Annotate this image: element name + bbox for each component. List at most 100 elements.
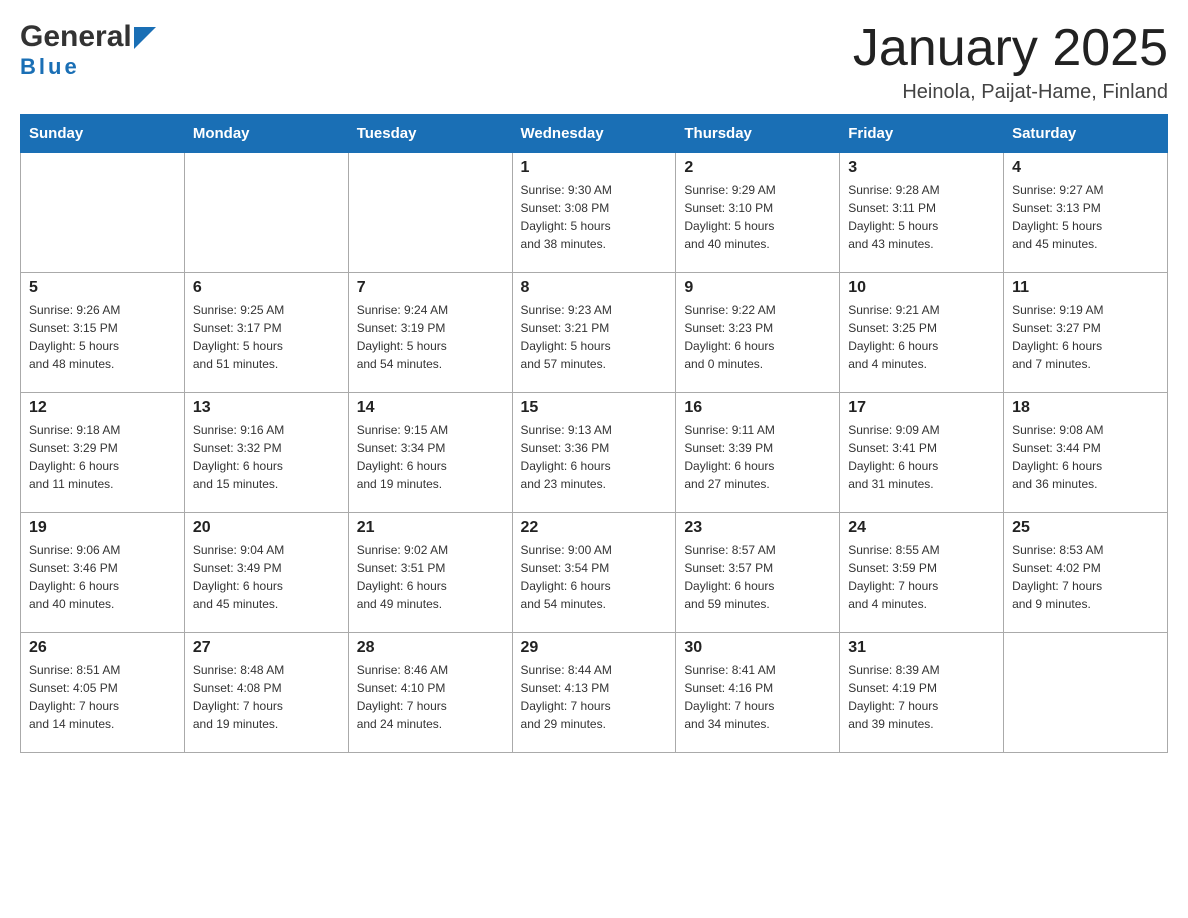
calendar-day-cell: 26 Sunrise: 8:51 AM Sunset: 4:05 PM Dayli…: [21, 633, 185, 753]
day-number: 3: [848, 159, 995, 177]
calendar-day-cell: 20Sunrise: 9:04 AM Sunset: 3:49 PM Dayli…: [184, 513, 348, 633]
day-number: 17: [848, 399, 995, 417]
calendar-day-cell: 5 Sunrise: 9:26 AM Sunset: 3:15 PM Daylig…: [21, 273, 185, 393]
day-info: Sunrise: 9:08 AM Sunset: 3:44 PM Dayligh…: [1012, 421, 1159, 493]
day-info: Sunrise: 9:27 AM Sunset: 3:13 PM Dayligh…: [1012, 181, 1159, 253]
day-info: Sunrise: 8:51 AM Sunset: 4:05 PM Dayligh…: [29, 661, 176, 733]
calendar-day-header: Tuesday: [348, 115, 512, 153]
calendar-day-cell: 13 Sunrise: 9:16 AM Sunset: 3:32 PM Dayli…: [184, 393, 348, 513]
calendar-header-row: SundayMondayTuesdayWednesdayThursdayFrid…: [21, 115, 1168, 153]
logo-arrow-icon: [134, 27, 156, 49]
day-info: Sunrise: 9:16 AM Sunset: 3:32 PM Dayligh…: [193, 421, 340, 493]
calendar-week-row: 12Sunrise: 9:18 AM Sunset: 3:29 PM Dayli…: [21, 393, 1168, 513]
day-number: 29: [521, 639, 668, 657]
calendar-day-header: Friday: [840, 115, 1004, 153]
day-info: Sunrise: 9:26 AM Sunset: 3:15 PM Dayligh…: [29, 301, 176, 373]
calendar-day-cell: 30 Sunrise: 8:41 AM Sunset: 4:16 PM Dayli…: [676, 633, 840, 753]
calendar-day-cell: 15 Sunrise: 9:13 AM Sunset: 3:36 PM Dayli…: [512, 393, 676, 513]
calendar-day-cell: [1004, 633, 1168, 753]
calendar-day-cell: 27 Sunrise: 8:48 AM Sunset: 4:08 PM Dayli…: [184, 633, 348, 753]
day-info: Sunrise: 9:19 AM Sunset: 3:27 PM Dayligh…: [1012, 301, 1159, 373]
calendar-day-cell: 31Sunrise: 8:39 AM Sunset: 4:19 PM Dayli…: [840, 633, 1004, 753]
logo-blue-text: Blue: [20, 54, 80, 80]
calendar-table: SundayMondayTuesdayWednesdayThursdayFrid…: [20, 114, 1168, 753]
day-number: 23: [684, 519, 831, 537]
calendar-day-cell: 6 Sunrise: 9:25 AM Sunset: 3:17 PM Daylig…: [184, 273, 348, 393]
day-info: Sunrise: 8:41 AM Sunset: 4:16 PM Dayligh…: [684, 661, 831, 733]
calendar-day-cell: 8 Sunrise: 9:23 AM Sunset: 3:21 PM Daylig…: [512, 273, 676, 393]
calendar-day-cell: 7Sunrise: 9:24 AM Sunset: 3:19 PM Daylig…: [348, 273, 512, 393]
calendar-day-cell: 3 Sunrise: 9:28 AM Sunset: 3:11 PM Daylig…: [840, 153, 1004, 273]
day-number: 9: [684, 279, 831, 297]
day-info: Sunrise: 9:02 AM Sunset: 3:51 PM Dayligh…: [357, 541, 504, 613]
day-info: Sunrise: 9:24 AM Sunset: 3:19 PM Dayligh…: [357, 301, 504, 373]
day-number: 2: [684, 159, 831, 177]
calendar-day-cell: 21 Sunrise: 9:02 AM Sunset: 3:51 PM Dayli…: [348, 513, 512, 633]
calendar-day-cell: 1 Sunrise: 9:30 AM Sunset: 3:08 PM Daylig…: [512, 153, 676, 273]
day-number: 22: [521, 519, 668, 537]
day-number: 21: [357, 519, 504, 537]
day-info: Sunrise: 8:55 AM Sunset: 3:59 PM Dayligh…: [848, 541, 995, 613]
day-number: 1: [521, 159, 668, 177]
day-info: Sunrise: 9:25 AM Sunset: 3:17 PM Dayligh…: [193, 301, 340, 373]
day-number: 13: [193, 399, 340, 417]
day-number: 20: [193, 519, 340, 537]
day-info: Sunrise: 9:09 AM Sunset: 3:41 PM Dayligh…: [848, 421, 995, 493]
day-number: 4: [1012, 159, 1159, 177]
calendar-day-header: Monday: [184, 115, 348, 153]
day-number: 19: [29, 519, 176, 537]
calendar-day-cell: [348, 153, 512, 273]
day-info: Sunrise: 8:48 AM Sunset: 4:08 PM Dayligh…: [193, 661, 340, 733]
calendar-day-cell: 22 Sunrise: 9:00 AM Sunset: 3:54 PM Dayli…: [512, 513, 676, 633]
day-info: Sunrise: 9:29 AM Sunset: 3:10 PM Dayligh…: [684, 181, 831, 253]
day-number: 14: [357, 399, 504, 417]
calendar-day-cell: 14 Sunrise: 9:15 AM Sunset: 3:34 PM Dayli…: [348, 393, 512, 513]
day-number: 26: [29, 639, 176, 657]
calendar-day-cell: [184, 153, 348, 273]
day-info: Sunrise: 9:00 AM Sunset: 3:54 PM Dayligh…: [521, 541, 668, 613]
day-info: Sunrise: 8:57 AM Sunset: 3:57 PM Dayligh…: [684, 541, 831, 613]
day-info: Sunrise: 9:11 AM Sunset: 3:39 PM Dayligh…: [684, 421, 831, 493]
calendar-day-cell: 24 Sunrise: 8:55 AM Sunset: 3:59 PM Dayli…: [840, 513, 1004, 633]
calendar-week-row: 26 Sunrise: 8:51 AM Sunset: 4:05 PM Dayli…: [21, 633, 1168, 753]
calendar-day-header: Saturday: [1004, 115, 1168, 153]
logo-general-text: General: [20, 20, 132, 54]
calendar-week-row: 5 Sunrise: 9:26 AM Sunset: 3:15 PM Daylig…: [21, 273, 1168, 393]
day-info: Sunrise: 8:44 AM Sunset: 4:13 PM Dayligh…: [521, 661, 668, 733]
day-number: 27: [193, 639, 340, 657]
calendar-week-row: 19Sunrise: 9:06 AM Sunset: 3:46 PM Dayli…: [21, 513, 1168, 633]
day-number: 10: [848, 279, 995, 297]
calendar-day-cell: 16Sunrise: 9:11 AM Sunset: 3:39 PM Dayli…: [676, 393, 840, 513]
day-info: Sunrise: 8:39 AM Sunset: 4:19 PM Dayligh…: [848, 661, 995, 733]
calendar-day-header: Thursday: [676, 115, 840, 153]
day-number: 25: [1012, 519, 1159, 537]
calendar-day-cell: 25 Sunrise: 8:53 AM Sunset: 4:02 PM Dayli…: [1004, 513, 1168, 633]
day-number: 15: [521, 399, 668, 417]
calendar-day-cell: 19Sunrise: 9:06 AM Sunset: 3:46 PM Dayli…: [21, 513, 185, 633]
calendar-day-header: Wednesday: [512, 115, 676, 153]
calendar-week-row: 1 Sunrise: 9:30 AM Sunset: 3:08 PM Daylig…: [21, 153, 1168, 273]
day-info: Sunrise: 9:30 AM Sunset: 3:08 PM Dayligh…: [521, 181, 668, 253]
day-info: Sunrise: 9:13 AM Sunset: 3:36 PM Dayligh…: [521, 421, 668, 493]
day-info: Sunrise: 9:23 AM Sunset: 3:21 PM Dayligh…: [521, 301, 668, 373]
day-number: 28: [357, 639, 504, 657]
calendar-day-cell: 9 Sunrise: 9:22 AM Sunset: 3:23 PM Daylig…: [676, 273, 840, 393]
day-info: Sunrise: 9:28 AM Sunset: 3:11 PM Dayligh…: [848, 181, 995, 253]
calendar-day-cell: 17 Sunrise: 9:09 AM Sunset: 3:41 PM Dayli…: [840, 393, 1004, 513]
calendar-day-cell: 29 Sunrise: 8:44 AM Sunset: 4:13 PM Dayli…: [512, 633, 676, 753]
calendar-day-header: Sunday: [21, 115, 185, 153]
day-number: 8: [521, 279, 668, 297]
day-number: 24: [848, 519, 995, 537]
day-number: 5: [29, 279, 176, 297]
calendar-day-cell: 28Sunrise: 8:46 AM Sunset: 4:10 PM Dayli…: [348, 633, 512, 753]
day-number: 30: [684, 639, 831, 657]
day-number: 6: [193, 279, 340, 297]
page-header: General Blue January 2025 Heinola, Paija…: [20, 20, 1168, 104]
day-info: Sunrise: 8:53 AM Sunset: 4:02 PM Dayligh…: [1012, 541, 1159, 613]
month-title: January 2025: [853, 20, 1168, 77]
day-info: Sunrise: 9:22 AM Sunset: 3:23 PM Dayligh…: [684, 301, 831, 373]
calendar-day-cell: 4 Sunrise: 9:27 AM Sunset: 3:13 PM Daylig…: [1004, 153, 1168, 273]
day-info: Sunrise: 9:15 AM Sunset: 3:34 PM Dayligh…: [357, 421, 504, 493]
calendar-day-cell: 11 Sunrise: 9:19 AM Sunset: 3:27 PM Dayli…: [1004, 273, 1168, 393]
day-number: 11: [1012, 279, 1159, 297]
